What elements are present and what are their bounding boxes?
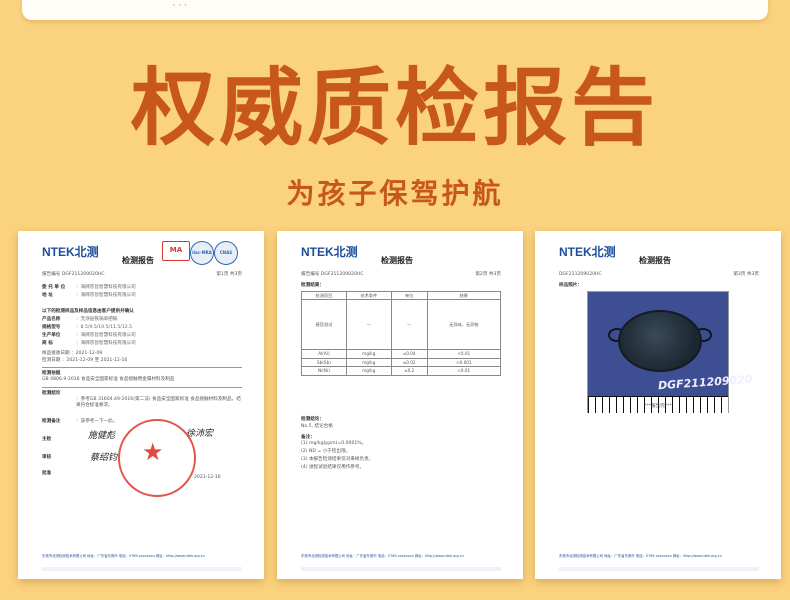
results-section-title: 检测结果： <box>301 283 324 288</box>
report-number: DGF211209020HC <box>559 272 602 277</box>
table-cell: 无异味，无异物 <box>426 299 502 351</box>
field-address: 地 址 ：海牌宗旨智慧科技有限公司 <box>42 293 136 298</box>
ilac-cert-icon: ilac-MRA <box>190 241 214 265</box>
page-title: 权威质检报告 <box>130 59 659 157</box>
table-cell: 感官测试 <box>301 299 347 351</box>
test-date: 检测日期 ：2021-12-09 至 2021-12-16 <box>42 358 128 363</box>
table-row: Ni(Ni) mg/kg ≤0.2 <0.01 <box>301 366 502 376</box>
table-row: Sb(Sb) mg/kg ≤0.02 <0.001 <box>301 357 502 368</box>
star-icon: ★ <box>142 438 164 466</box>
report-title: 检测报告 <box>639 256 671 265</box>
page-subtitle: 为孩子保驾护航 <box>286 177 504 210</box>
report-number: 报告编号 DGF211209020HC <box>42 272 105 277</box>
table-header-cell: 结果 <box>426 290 502 301</box>
cnas-cert-icon: CNAS <box>214 241 238 265</box>
table-row: 感官测试 — — 无异味，无异物 <box>301 299 502 351</box>
logo-cn: 北测 <box>333 245 358 259</box>
top-card: ··· <box>22 0 768 20</box>
field-manufacturer: 生产单位 ：海牌宗旨智慧科技有限公司 <box>42 333 136 338</box>
table-cell: Al(Al) <box>301 349 347 359</box>
ma-cert-icon: MA <box>162 241 190 261</box>
report-title: 检测报告 <box>122 256 154 265</box>
logo-en: NTEK <box>42 245 75 259</box>
field-brand: 商 标 ：海牌宗旨智慧科技有限公司 <box>42 341 136 346</box>
result-text: ：参考GB 31604.49-2016(第二法) 食品安全国家标准 食品接触材料… <box>76 397 241 408</box>
table-cell: <0.01 <box>426 349 502 359</box>
sig-label-approver: 批准 <box>42 471 52 476</box>
sample-photo: DGF211209020 <box>587 291 753 413</box>
note-item: (2) ND = 小于检出限。 <box>301 449 351 454</box>
table-header-cell: 技术条件 <box>345 290 392 301</box>
table-row: Al(Al) mg/kg ≤0.04 <0.01 <box>301 349 502 359</box>
note-item: (3) 本报告检测结果仅对来样负责。 <box>301 457 374 462</box>
footer-bar <box>301 567 501 571</box>
photo-section-title: 样品照片： <box>559 283 582 288</box>
table-cell: ≤0.2 <box>390 366 428 376</box>
sample-section-title: 以下的检测样品及样品信息由客户提供并确认 <box>42 309 134 314</box>
logo-cn: 北测 <box>74 245 99 259</box>
table-cell: mg/kg <box>345 366 392 376</box>
sig-label-tester: 主检 <box>42 437 52 442</box>
field-product: 产品名称 ：无涂层铁锅单把锅 <box>42 317 118 322</box>
table-cell: mg/kg <box>345 357 392 368</box>
signature-1: 施健彪 <box>88 431 116 441</box>
note-item: (1) mg/kg(ppm)=0.0001%。 <box>301 441 367 446</box>
end-of-report: ***报告完*** <box>644 404 672 409</box>
top-card-text: ··· <box>172 0 190 12</box>
field-client: 委 托 单 位 ：海牌宗旨智慧科技有限公司 <box>42 285 136 290</box>
ntek-logo: NTEK北测 <box>42 245 99 261</box>
photo-sample-id: DGF211209020 <box>657 372 753 393</box>
report-footer: 东莞市北测检测技术有限公司 地址：广东省东莞市 电话：0769-xxxxxxxx… <box>301 554 464 558</box>
page-number: 第2页 共3页 <box>475 272 501 277</box>
report-number-line: DGF211209020HC 第3页 共3页 <box>559 272 759 278</box>
table-cell: ≤0.04 <box>390 349 428 359</box>
table-cell: Ni(Ni) <box>301 366 347 376</box>
table-header-cell: 检测项目 <box>301 290 347 301</box>
table-cell: mg/kg <box>345 349 392 359</box>
report-number-line: 报告编号 DGF211209020HC 第2页 共3页 <box>301 272 501 278</box>
table-cell: <0.001 <box>426 357 502 368</box>
page-number: 第1页 共3页 <box>216 272 242 277</box>
logo-en: NTEK <box>559 245 592 259</box>
receive-date: 样品接收日期 ：2021-12-09 <box>42 351 103 356</box>
table-cell: ≤0.02 <box>390 357 428 368</box>
report-page-1: NTEK北测 MA ilac-MRA CNAS 检测报告 报告编号 DGF211… <box>18 231 264 579</box>
ntek-logo: NTEK北测 <box>559 245 616 261</box>
conclusion-label: 检测结论： <box>301 417 324 422</box>
sig-label-reviewer: 审核 <box>42 455 52 460</box>
report-number: 报告编号 DGF211209020HC <box>301 272 364 277</box>
table-header-cell: 单位 <box>390 290 428 301</box>
report-page-2: NTEK北测 检测报告 报告编号 DGF211209020HC 第2页 共3页 … <box>277 231 523 579</box>
sign-date: 2021-12-16 <box>194 475 221 480</box>
report-footer: 东莞市北测检测技术有限公司 地址：广东省东莞市 电话：0769-xxxxxxxx… <box>42 554 205 558</box>
method-text: GB 4806.9-2016 食品安全国家标准 食品接触用金属材料及制品 <box>42 377 175 382</box>
remark-label: 检测备注 <box>42 419 61 424</box>
logo-en: NTEK <box>301 245 334 259</box>
conclusion-text: No.5, 结论合格 <box>301 424 333 429</box>
report-page-3: NTEK北测 检测报告 DGF211209020HC 第3页 共3页 样品照片：… <box>535 231 781 579</box>
logo-cn: 北测 <box>591 245 616 259</box>
note-item: (4) 进程试验结果仅用作参考。 <box>301 465 365 470</box>
report-title: 检测报告 <box>381 256 413 265</box>
table-cell: — <box>390 299 428 351</box>
table-cell: — <box>345 299 392 351</box>
wok-pan-image <box>618 310 702 372</box>
divider <box>42 367 242 368</box>
table-header-row: 检测项目 技术条件 单位 结果 <box>301 290 502 301</box>
results-table: 检测项目 技术条件 单位 结果 感官测试 — — 无异味，无异物 Al(Al) … <box>301 290 502 376</box>
report-footer: 东莞市北测检测技术有限公司 地址：广东省东莞市 电话：0769-xxxxxxxx… <box>559 554 722 558</box>
field-model: 规格型号 ：8.5/9.5/10.5/11.5/12.5 <box>42 325 133 330</box>
report-number-line: 报告编号 DGF211209020HC 第1页 共3页 <box>42 272 242 278</box>
signature-3: 蔡绍钧 <box>90 453 118 463</box>
table-cell: <0.01 <box>426 366 502 376</box>
table-cell: Sb(Sb) <box>301 357 347 368</box>
footer-bar <box>559 567 759 571</box>
divider <box>42 387 242 388</box>
page-number: 第3页 共3页 <box>733 272 759 277</box>
footer-bar <box>42 567 242 571</box>
result-label: 检测结论 <box>42 391 61 396</box>
ntek-logo: NTEK北测 <box>301 245 358 261</box>
